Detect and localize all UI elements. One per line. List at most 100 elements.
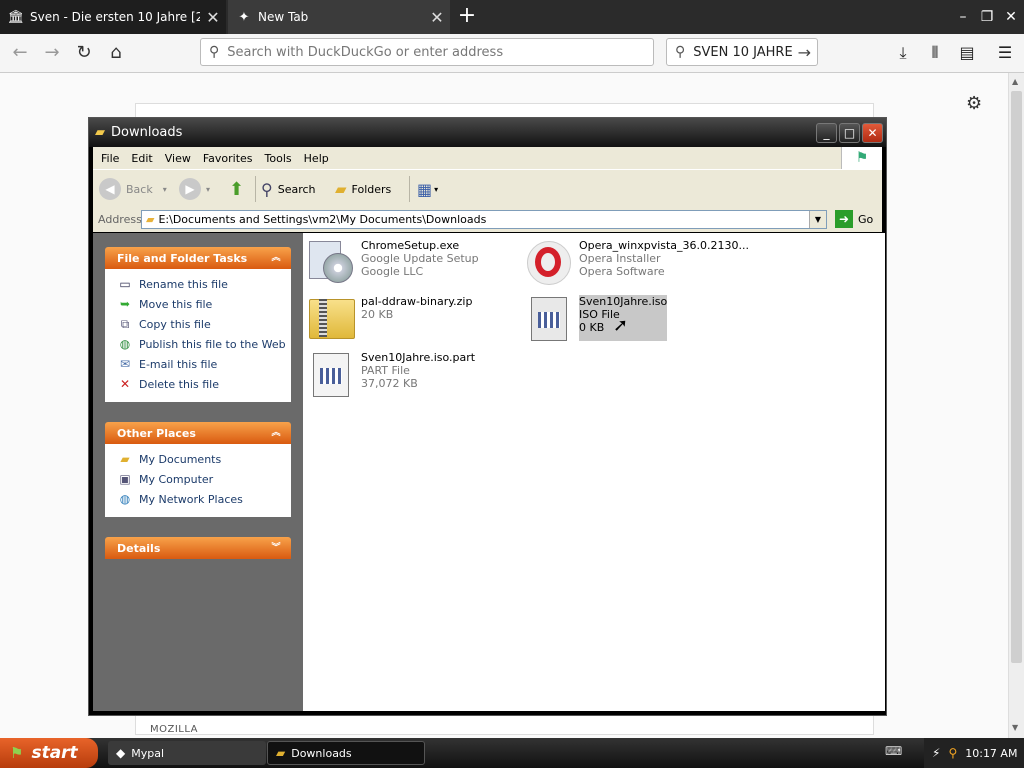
task-rename[interactable]: ▭ Rename this file bbox=[117, 274, 291, 294]
file-name: Sven10Jahre.iso bbox=[579, 295, 668, 308]
url-bar[interactable]: ⚲ Search with DuckDuckGo or enter addres… bbox=[200, 38, 654, 66]
file-item[interactable]: ChromeSetup.exe Google Update Setup Goog… bbox=[307, 239, 479, 285]
scroll-thumb[interactable] bbox=[1011, 91, 1022, 663]
menu-view[interactable]: View bbox=[165, 152, 191, 165]
file-item[interactable]: Sven10Jahre.iso.part PART File 37,072 KB bbox=[307, 351, 475, 397]
clock[interactable]: 10:17 AM bbox=[965, 747, 1017, 760]
other-places-header[interactable]: Other Places ︽ bbox=[105, 422, 291, 444]
page-scrollbar[interactable]: ▲ ▼ bbox=[1008, 73, 1024, 738]
up-folder-icon: ⬆ bbox=[229, 178, 245, 200]
back-icon[interactable]: ← bbox=[6, 40, 34, 66]
scroll-down-icon[interactable]: ▼ bbox=[1012, 723, 1018, 732]
back-label: Back bbox=[126, 182, 153, 196]
task-label: Delete this file bbox=[139, 377, 219, 391]
file-tasks-header[interactable]: File and Folder Tasks ︽ bbox=[105, 247, 291, 269]
place-label: My Network Places bbox=[139, 492, 243, 506]
network-tray-icon[interactable]: ⚡ bbox=[932, 746, 940, 760]
menu-favorites[interactable]: Favorites bbox=[203, 152, 253, 165]
place-my-documents[interactable]: ▰ My Documents bbox=[117, 449, 291, 469]
windows-flag-icon: ⚑ bbox=[10, 744, 24, 762]
address-input[interactable]: ▰ E:\Documents and Settings\vm2\My Docum… bbox=[141, 210, 827, 229]
keyboard-icon[interactable]: ⌨ bbox=[885, 744, 902, 758]
download-icon[interactable]: ⤓ bbox=[890, 40, 916, 66]
back-arrow-icon: ◀ bbox=[99, 178, 121, 200]
close-tab-icon[interactable]: ✕ bbox=[200, 8, 226, 27]
tab-sven[interactable]: 🏛 Sven - Die ersten 10 Jahre [2008] ✕ bbox=[0, 0, 226, 34]
file-size: 37,072 KB bbox=[361, 377, 418, 390]
start-button[interactable]: ⚑ start bbox=[0, 738, 98, 768]
taskbar-mypal[interactable]: ◆ Mypal bbox=[108, 741, 266, 765]
file-type: Google Update Setup bbox=[361, 252, 479, 265]
restore-icon[interactable]: ❐ bbox=[976, 6, 998, 28]
search-label: Search bbox=[277, 182, 316, 196]
tab-new-tab[interactable]: ✦ New Tab ✕ bbox=[228, 0, 450, 34]
details-header[interactable]: Details ︾ bbox=[105, 537, 291, 559]
menu-help[interactable]: Help bbox=[304, 152, 329, 165]
task-delete[interactable]: ✕ Delete this file bbox=[117, 374, 291, 394]
file-item-selected[interactable]: Sven10Jahre.iso ISO File 0 KB bbox=[525, 295, 668, 341]
go-button[interactable]: ➜ Go bbox=[835, 210, 873, 228]
views-button[interactable]: ▦ ▾ bbox=[417, 176, 438, 202]
expand-icon[interactable]: ︾ bbox=[269, 541, 283, 555]
go-arrow-icon[interactable]: → bbox=[798, 43, 811, 62]
forward-button[interactable]: ▶ ▾ bbox=[179, 176, 210, 202]
menu-file[interactable]: File bbox=[101, 152, 119, 165]
minimize-icon[interactable]: _ bbox=[816, 123, 837, 143]
folders-button[interactable]: ▰ Folders bbox=[335, 176, 391, 202]
search-button[interactable]: ⚲ Search bbox=[261, 176, 316, 202]
file-size: 20 KB bbox=[361, 308, 394, 321]
file-item[interactable]: pal-ddraw-binary.zip 20 KB bbox=[307, 295, 472, 341]
explorer-title-bar[interactable]: ▰ Downloads _ □ ✕ bbox=[89, 118, 886, 147]
place-my-network[interactable]: ◍ My Network Places bbox=[117, 489, 291, 509]
taskbar: ⚑ start ◆ Mypal ▰ Downloads ⚡ ⚲ 10:17 AM bbox=[0, 738, 1024, 768]
task-email[interactable]: ✉ E-mail this file bbox=[117, 354, 291, 374]
browser-tab-bar: 🏛 Sven - Die ersten 10 Jahre [2008] ✕ ✦ … bbox=[0, 0, 1024, 34]
close-tab-icon[interactable]: ✕ bbox=[424, 8, 450, 27]
minimize-icon[interactable]: – bbox=[952, 6, 974, 28]
place-my-computer[interactable]: ▣ My Computer bbox=[117, 469, 291, 489]
zip-folder-icon bbox=[307, 295, 355, 341]
gear-icon[interactable]: ⚙ bbox=[966, 93, 982, 114]
forward-icon[interactable]: → bbox=[38, 40, 66, 66]
go-label: Go bbox=[858, 212, 874, 226]
close-window-icon[interactable]: ✕ bbox=[1000, 6, 1022, 28]
task-pane: File and Folder Tasks ︽ ▭ Rename this fil… bbox=[93, 233, 303, 711]
menu-icon[interactable]: ☰ bbox=[992, 40, 1018, 66]
menu-tools[interactable]: Tools bbox=[265, 152, 292, 165]
reload-icon[interactable]: ↻ bbox=[70, 40, 98, 66]
collapse-icon[interactable]: ︽ bbox=[269, 426, 283, 440]
scroll-up-icon[interactable]: ▲ bbox=[1012, 77, 1018, 86]
toolbar-separator bbox=[409, 176, 410, 202]
maximize-icon[interactable]: □ bbox=[839, 123, 860, 143]
rename-icon: ▭ bbox=[119, 277, 131, 291]
home-icon[interactable]: ⌂ bbox=[102, 40, 130, 66]
close-icon[interactable]: ✕ bbox=[862, 123, 883, 143]
mypal-icon: ◆ bbox=[116, 746, 126, 760]
address-dropdown-icon[interactable]: ▼ bbox=[809, 211, 826, 228]
back-button[interactable]: ◀ Back ▾ bbox=[99, 176, 167, 202]
task-publish[interactable]: ◍ Publish this file to the Web bbox=[117, 334, 291, 354]
folders-icon: ▰ bbox=[335, 180, 347, 198]
file-type: Opera Installer bbox=[579, 252, 661, 265]
file-name: Opera_winxpvista_36.0.2130... bbox=[579, 239, 750, 252]
computer-icon: ▣ bbox=[119, 472, 131, 486]
file-item[interactable]: Opera_winxpvista_36.0.2130... Opera Inst… bbox=[525, 239, 749, 285]
file-name: ChromeSetup.exe bbox=[361, 239, 460, 252]
search-tray-icon[interactable]: ⚲ bbox=[948, 746, 957, 760]
mozilla-label: MOZILLA bbox=[150, 724, 199, 735]
task-move[interactable]: ➥ Move this file bbox=[117, 294, 291, 314]
go-arrow-icon: ➜ bbox=[835, 210, 853, 228]
sidebar-icon[interactable]: ▤ bbox=[954, 40, 980, 66]
new-tab-button[interactable]: + bbox=[455, 2, 479, 30]
folder-icon: ▰ bbox=[276, 746, 286, 760]
up-folder-button[interactable]: ⬆ bbox=[229, 176, 244, 202]
taskbar-downloads[interactable]: ▰ Downloads bbox=[267, 741, 425, 765]
file-name: Sven10Jahre.iso.part bbox=[361, 351, 476, 364]
library-icon[interactable]: ⫴ bbox=[922, 40, 948, 66]
search-bar[interactable]: ⚲ SVEN 10 JAHRE → bbox=[666, 38, 818, 66]
collapse-icon[interactable]: ︽ bbox=[269, 251, 283, 265]
folders-label: Folders bbox=[351, 182, 392, 196]
task-copy[interactable]: ⧉ Copy this file bbox=[117, 314, 291, 334]
url-placeholder: Search with DuckDuckGo or enter address bbox=[227, 44, 504, 60]
menu-edit[interactable]: Edit bbox=[131, 152, 152, 165]
